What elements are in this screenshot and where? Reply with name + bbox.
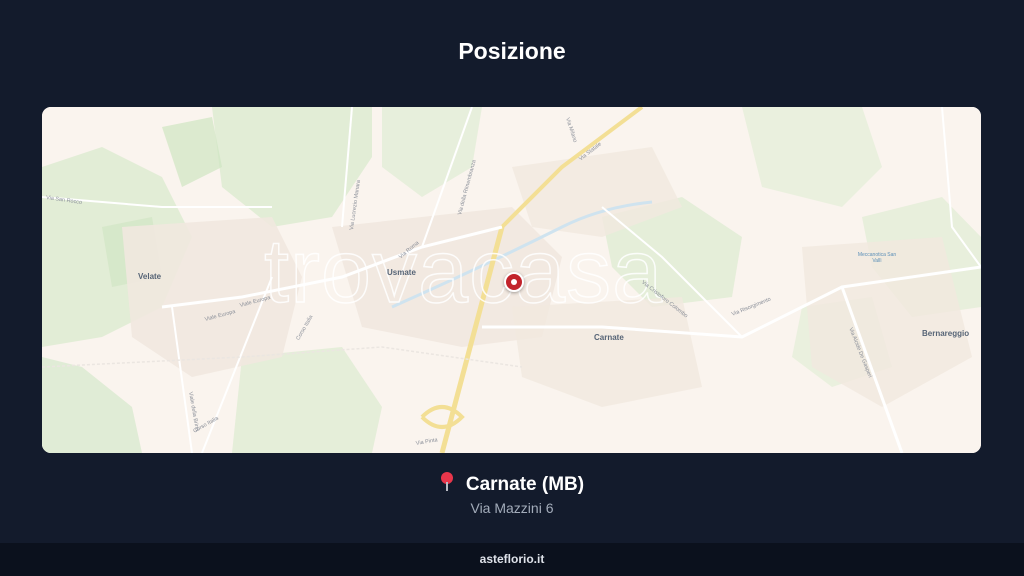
place-label-carnate: Carnate xyxy=(594,333,624,342)
location-city: Carnate (MB) xyxy=(465,474,585,495)
location-address: Via Mazzini 6 xyxy=(470,500,554,516)
map-view[interactable]: trovacasa Velate Usmate Carnate Bernareg… xyxy=(42,107,981,453)
map-watermark: trovacasa xyxy=(263,222,664,322)
location-marker-icon[interactable] xyxy=(504,272,524,292)
section-title: Posizione xyxy=(458,38,566,64)
footer-bar: asteflorio.it xyxy=(0,543,1024,576)
place-label-bernareggio: Bernareggio xyxy=(922,329,970,338)
poi-label: Meccanotica San Vallì xyxy=(857,252,897,264)
footer-site: asteflorio.it xyxy=(479,552,545,566)
place-label-usmate: Usmate xyxy=(387,268,416,277)
pin-icon xyxy=(440,472,454,492)
place-label-velate: Velate xyxy=(138,272,162,281)
location-heading: Carnate (MB) xyxy=(0,472,1024,496)
